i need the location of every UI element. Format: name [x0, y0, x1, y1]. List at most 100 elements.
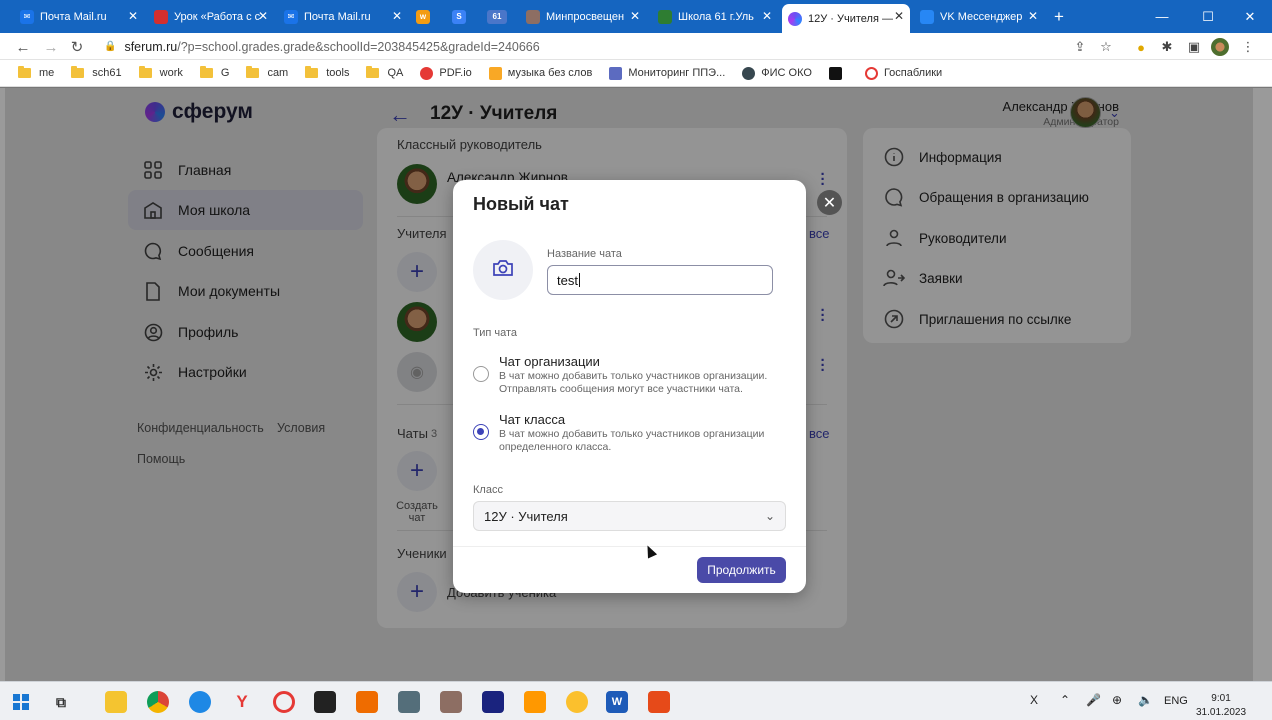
w-app-icon: w	[416, 9, 430, 24]
bookmark-g[interactable]: G	[199, 66, 229, 79]
share-icon[interactable]: ⇪	[1071, 38, 1089, 56]
tab-mail-1[interactable]: ✉ Почта Mail.ru ✕	[14, 4, 144, 29]
clock[interactable]: 9:01 31.01.2023	[1196, 692, 1246, 720]
bookmark-fis-oko[interactable]: ФИС ОКО	[742, 66, 812, 80]
tab-w[interactable]: w	[412, 4, 434, 29]
tray-x[interactable]: X	[1030, 693, 1038, 707]
calculator-icon[interactable]	[398, 691, 420, 713]
windows-start-icon[interactable]	[10, 691, 32, 713]
option-class-chat-title[interactable]: Чат класса	[499, 412, 565, 427]
close-icon[interactable]: ✕	[817, 190, 842, 215]
word-icon[interactable]: W	[606, 691, 628, 713]
window-edge	[1253, 88, 1272, 681]
forward-arrow-icon[interactable]: →	[40, 36, 62, 58]
chat-name-input[interactable]: test	[547, 265, 773, 295]
app-icon[interactable]	[440, 691, 462, 713]
close-icon[interactable]: ✕	[392, 9, 402, 23]
chevron-up-icon[interactable]: ⌃	[1060, 693, 1070, 707]
radio-class-chat[interactable]	[473, 424, 489, 440]
tab-ministry[interactable]: Минпросвещен ✕	[520, 4, 646, 29]
chrome-icon[interactable]	[147, 691, 169, 713]
s-app-icon: S	[452, 9, 466, 24]
tab-sferum-active[interactable]: 12У · Учителя — ✕	[782, 4, 910, 33]
tab-school[interactable]: Школа 61 г.Уль ✕	[652, 4, 778, 29]
new-tab-button[interactable]: +	[1048, 4, 1070, 29]
close-icon[interactable]: ✕	[630, 9, 640, 23]
back-arrow-icon[interactable]: ←	[12, 36, 34, 58]
bookmark-work[interactable]: work	[138, 66, 183, 79]
reload-icon[interactable]: ↻	[66, 36, 88, 58]
volume-icon[interactable]: 🔈	[1138, 693, 1153, 707]
maximize-button[interactable]: ☐	[1186, 0, 1230, 33]
bookmark-me[interactable]: me	[18, 66, 54, 79]
tab-mail-2[interactable]: ✉ Почта Mail.ru ✕	[278, 4, 408, 29]
radio-org-chat[interactable]	[473, 366, 489, 382]
extension-icon[interactable]: ●	[1132, 38, 1150, 56]
sidebar-panel-icon[interactable]: ▣	[1185, 38, 1203, 56]
continue-button[interactable]: Продолжить	[697, 557, 786, 583]
bookmark-star-icon[interactable]: ☆	[1097, 38, 1115, 56]
divider	[453, 546, 806, 547]
ministry-icon	[526, 9, 540, 24]
bookmark-k[interactable]	[828, 66, 848, 80]
microphone-icon[interactable]: 🎤	[1086, 693, 1101, 707]
tab-61[interactable]: 61	[484, 4, 510, 29]
chat-photo-upload[interactable]	[473, 240, 533, 300]
bookmark-monitoring[interactable]: Мониторинг ППЭ...	[609, 66, 725, 80]
class-select[interactable]: 12У · Учителя ⌄	[473, 501, 786, 531]
bookmark-cam[interactable]: cam	[246, 66, 288, 79]
vk-icon	[920, 9, 934, 24]
globe-icon[interactable]: ⊕	[1112, 693, 1122, 707]
bookmark-pdfio[interactable]: PDF.io	[420, 66, 472, 80]
minimize-button[interactable]: —	[1140, 0, 1184, 33]
tab-youtube[interactable]: Урок «Работа с с ✕	[148, 4, 274, 29]
terminal-icon[interactable]	[314, 691, 336, 713]
tab-vk[interactable]: VK Мессенджер ✕	[914, 4, 1044, 29]
bookmark-gospabliki[interactable]: Госпаблики	[864, 66, 942, 80]
gospabliki-icon	[864, 66, 878, 80]
app-icon[interactable]	[524, 691, 546, 713]
puzzle-icon[interactable]: ✱	[1158, 38, 1176, 56]
screen: { "browser": { "tabs": [ {"label": "Почт…	[0, 0, 1272, 720]
modal-title: Новый чат	[473, 194, 569, 214]
sublime-icon[interactable]	[356, 691, 378, 713]
app-icon[interactable]	[648, 691, 670, 713]
close-icon[interactable]: ✕	[762, 9, 772, 23]
close-icon[interactable]: ✕	[1028, 9, 1038, 23]
folder-icon	[246, 66, 260, 78]
browser-toolbar: ← → ↻ 🔒 sferum.ru/?p=school.grades.grade…	[0, 33, 1272, 60]
task-view-icon[interactable]: ⧉	[50, 691, 72, 713]
option-class-chat-desc: В чат можно добавить только участников о…	[499, 428, 765, 453]
lock-icon: 🔒	[104, 41, 117, 52]
bookmark-tools[interactable]: tools	[305, 66, 349, 79]
opera-icon[interactable]	[273, 691, 295, 713]
app-icon[interactable]	[482, 691, 504, 713]
close-icon[interactable]: ✕	[894, 9, 904, 23]
folder-icon	[305, 66, 319, 78]
yandex-icon[interactable]: Y	[231, 691, 253, 713]
bookmark-sch61[interactable]: sch61	[71, 66, 122, 79]
close-icon[interactable]: ✕	[128, 9, 138, 23]
bookmark-qa[interactable]: QA	[366, 66, 403, 79]
file-explorer-icon[interactable]	[105, 691, 127, 713]
bookmark-music[interactable]: музыка без слов	[488, 66, 592, 80]
window-close-button[interactable]: ✕	[1228, 0, 1272, 33]
mail-icon: ✉	[20, 9, 34, 24]
mail-icon: ✉	[284, 9, 298, 24]
app-icon[interactable]	[566, 691, 588, 713]
bookmarks-bar: me sch61 work G cam tools QA PDF.io музы…	[0, 60, 1272, 87]
menu-kebab-icon[interactable]: ⋮	[1239, 38, 1257, 56]
option-org-chat-title[interactable]: Чат организации	[499, 354, 600, 369]
profile-avatar-icon[interactable]	[1211, 38, 1229, 56]
tab-s[interactable]: S	[448, 4, 470, 29]
folder-icon	[71, 66, 85, 78]
class-label: Класс	[473, 484, 503, 496]
chat-name-label: Название чата	[547, 248, 622, 260]
chat-type-label: Тип чата	[473, 327, 518, 339]
school-icon	[658, 9, 672, 24]
close-icon[interactable]: ✕	[258, 9, 268, 23]
language-indicator[interactable]: ENG	[1164, 695, 1188, 707]
address-bar[interactable]: 🔒 sferum.ru/?p=school.grades.grade&schoo…	[104, 36, 540, 57]
browser-tabstrip: ✉ Почта Mail.ru ✕ Урок «Работа с с ✕ ✉ Почта…	[0, 0, 1272, 33]
edge-icon[interactable]	[189, 691, 211, 713]
